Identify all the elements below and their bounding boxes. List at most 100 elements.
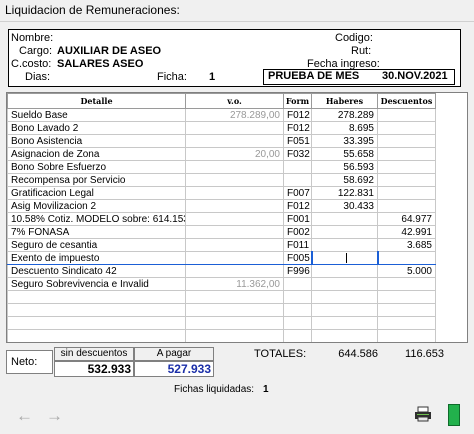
col-descuentos[interactable]: Descuentos (377, 93, 436, 109)
cell-haberes[interactable] (311, 212, 378, 226)
cell-descuentos[interactable] (377, 173, 436, 187)
cell-detalle[interactable]: Recompensa por Servicio (7, 173, 186, 187)
cell-form[interactable]: F996 (283, 264, 312, 278)
table-row-empty[interactable] (7, 303, 436, 317)
cell-detalle[interactable]: Seguro de cesantia (7, 238, 186, 252)
cell-descuentos[interactable] (377, 134, 436, 148)
cell-descuentos[interactable] (377, 160, 436, 174)
cell-haberes[interactable] (311, 277, 378, 291)
cell-haberes[interactable]: 56.593 (311, 160, 378, 174)
cell-vo[interactable]: 278.289,00 (185, 108, 284, 122)
cell-form[interactable]: F032 (283, 147, 312, 161)
cell-vo[interactable] (185, 238, 284, 252)
cell-haberes[interactable] (311, 225, 378, 239)
arrow-left-icon[interactable]: ← (16, 406, 33, 426)
cell-vo[interactable] (185, 160, 284, 174)
cell-form[interactable]: F051 (283, 134, 312, 148)
cell-haberes[interactable]: 122.831 (311, 186, 378, 200)
cell-detalle[interactable]: 7% FONASA (7, 225, 186, 239)
cell-descuentos[interactable]: 3.685 (377, 238, 436, 252)
cell-vo[interactable] (185, 225, 284, 239)
cell-detalle[interactable]: Descuento Sindicato 42 (7, 264, 186, 278)
cell-detalle[interactable]: Seguro Sobrevivencia e Invalid (7, 277, 186, 291)
cell-detalle[interactable]: Sueldo Base (7, 108, 186, 122)
cell-haberes[interactable]: 8.695 (311, 121, 378, 135)
cell-vo[interactable] (185, 199, 284, 213)
cell-haberes[interactable]: 58.692 (311, 173, 378, 187)
table-row[interactable]: Gratificacion Legal F007 122.831 (7, 186, 436, 200)
cell-descuentos[interactable] (377, 251, 436, 265)
cell-detalle[interactable]: Gratificacion Legal (7, 186, 186, 200)
cell-form[interactable]: F002 (283, 225, 312, 239)
cell-vo[interactable] (185, 212, 284, 226)
cell-form[interactable]: F012 (283, 199, 312, 213)
cell-detalle[interactable]: Exento de impuesto (7, 251, 186, 265)
cell-detalle[interactable]: Asignacion de Zona (7, 147, 186, 161)
cell-descuentos[interactable] (377, 147, 436, 161)
cell-descuentos[interactable]: 42.991 (377, 225, 436, 239)
arrow-right-icon[interactable]: → (46, 406, 63, 426)
cell-descuentos[interactable] (377, 108, 436, 122)
cell-descuentos[interactable] (377, 186, 436, 200)
col-form[interactable]: Form (283, 93, 312, 109)
table-row[interactable]: Seguro de cesantia F011 3.685 (7, 238, 436, 252)
cell-descuentos[interactable]: 64.977 (377, 212, 436, 226)
table-row[interactable]: Descuento Sindicato 42 F996 5.000 (7, 264, 436, 278)
cell-form[interactable]: F012 (283, 108, 312, 122)
cell-descuentos[interactable] (377, 121, 436, 135)
table-row-empty[interactable] (7, 329, 436, 342)
cell-form[interactable]: F007 (283, 186, 312, 200)
cell-vo[interactable] (185, 121, 284, 135)
printer-icon[interactable] (414, 406, 432, 422)
cell-form[interactable] (283, 277, 312, 291)
cell-vo[interactable]: 20,00 (185, 147, 284, 161)
table-row[interactable]: Asignacion de Zona 20,00 F032 55.658 (7, 147, 436, 161)
cell-descuentos[interactable] (377, 199, 436, 213)
table-row[interactable]: Recompensa por Servicio 58.692 (7, 173, 436, 187)
table-row[interactable]: Bono Sobre Esfuerzo 56.593 (7, 160, 436, 174)
cell-detalle[interactable]: Bono Asistencia (7, 134, 186, 148)
cell-detalle[interactable]: 10.58% Cotiz. MODELO sobre: 614.153 (7, 212, 186, 226)
cell-vo[interactable] (185, 251, 284, 265)
cell-detalle[interactable]: Asig Movilizacion 2 (7, 199, 186, 213)
cell-detalle[interactable]: Bono Sobre Esfuerzo (7, 160, 186, 174)
table-row[interactable]: Bono Lavado 2 F012 8.695 (7, 121, 436, 135)
cell-haberes[interactable] (311, 264, 378, 278)
cell-form[interactable] (283, 160, 312, 174)
cell-haberes[interactable]: 33.395 (311, 134, 378, 148)
cell-descuentos[interactable]: 5.000 (377, 264, 436, 278)
cell-haberes[interactable]: 278.289 (311, 108, 378, 122)
liquidacion-grid[interactable]: Detalle v.o. Form Haberes Descuentos Sue… (6, 92, 468, 343)
table-row[interactable]: Sueldo Base 278.289,00 F012 278.289 (7, 108, 436, 122)
cell-form[interactable]: F005 (283, 251, 312, 265)
table-row[interactable]: 7% FONASA F002 42.991 (7, 225, 436, 239)
table-row[interactable]: Asig Movilizacion 2 F012 30.433 (7, 199, 436, 213)
cell-form[interactable]: F001 (283, 212, 312, 226)
cell-haberes-editing[interactable] (310, 251, 379, 265)
col-vo[interactable]: v.o. (185, 93, 284, 109)
cell-descuentos[interactable] (377, 277, 436, 291)
employee-header: Nombre: Cargo: AUXILIAR DE ASEO C.costo:… (8, 29, 461, 87)
cell-haberes[interactable]: 55.658 (311, 147, 378, 161)
cell-vo[interactable] (185, 173, 284, 187)
cell-form[interactable]: F012 (283, 121, 312, 135)
cell-form[interactable] (283, 173, 312, 187)
exit-door-icon[interactable] (448, 404, 460, 426)
table-row-empty[interactable] (7, 316, 436, 330)
cell-vo[interactable] (185, 134, 284, 148)
cell-vo[interactable] (185, 264, 284, 278)
cell-haberes[interactable]: 30.433 (311, 199, 378, 213)
table-row[interactable]: Seguro Sobrevivencia e Invalid 11.362,00 (7, 277, 436, 291)
cell-vo[interactable]: 11.362,00 (185, 277, 284, 291)
table-row-empty[interactable] (7, 290, 436, 304)
total-descuentos: 116.653 (405, 348, 444, 360)
cell-vo[interactable] (185, 186, 284, 200)
cell-detalle[interactable]: Bono Lavado 2 (7, 121, 186, 135)
cell-form[interactable]: F011 (283, 238, 312, 252)
table-row-selected[interactable]: Exento de impuesto F005 (7, 251, 436, 265)
col-haberes[interactable]: Haberes (311, 93, 378, 109)
table-row[interactable]: 10.58% Cotiz. MODELO sobre: 614.153 F001 6… (7, 212, 436, 226)
cell-haberes[interactable] (311, 238, 378, 252)
table-row[interactable]: Bono Asistencia F051 33.395 (7, 134, 436, 148)
col-detalle[interactable]: Detalle (7, 93, 186, 109)
